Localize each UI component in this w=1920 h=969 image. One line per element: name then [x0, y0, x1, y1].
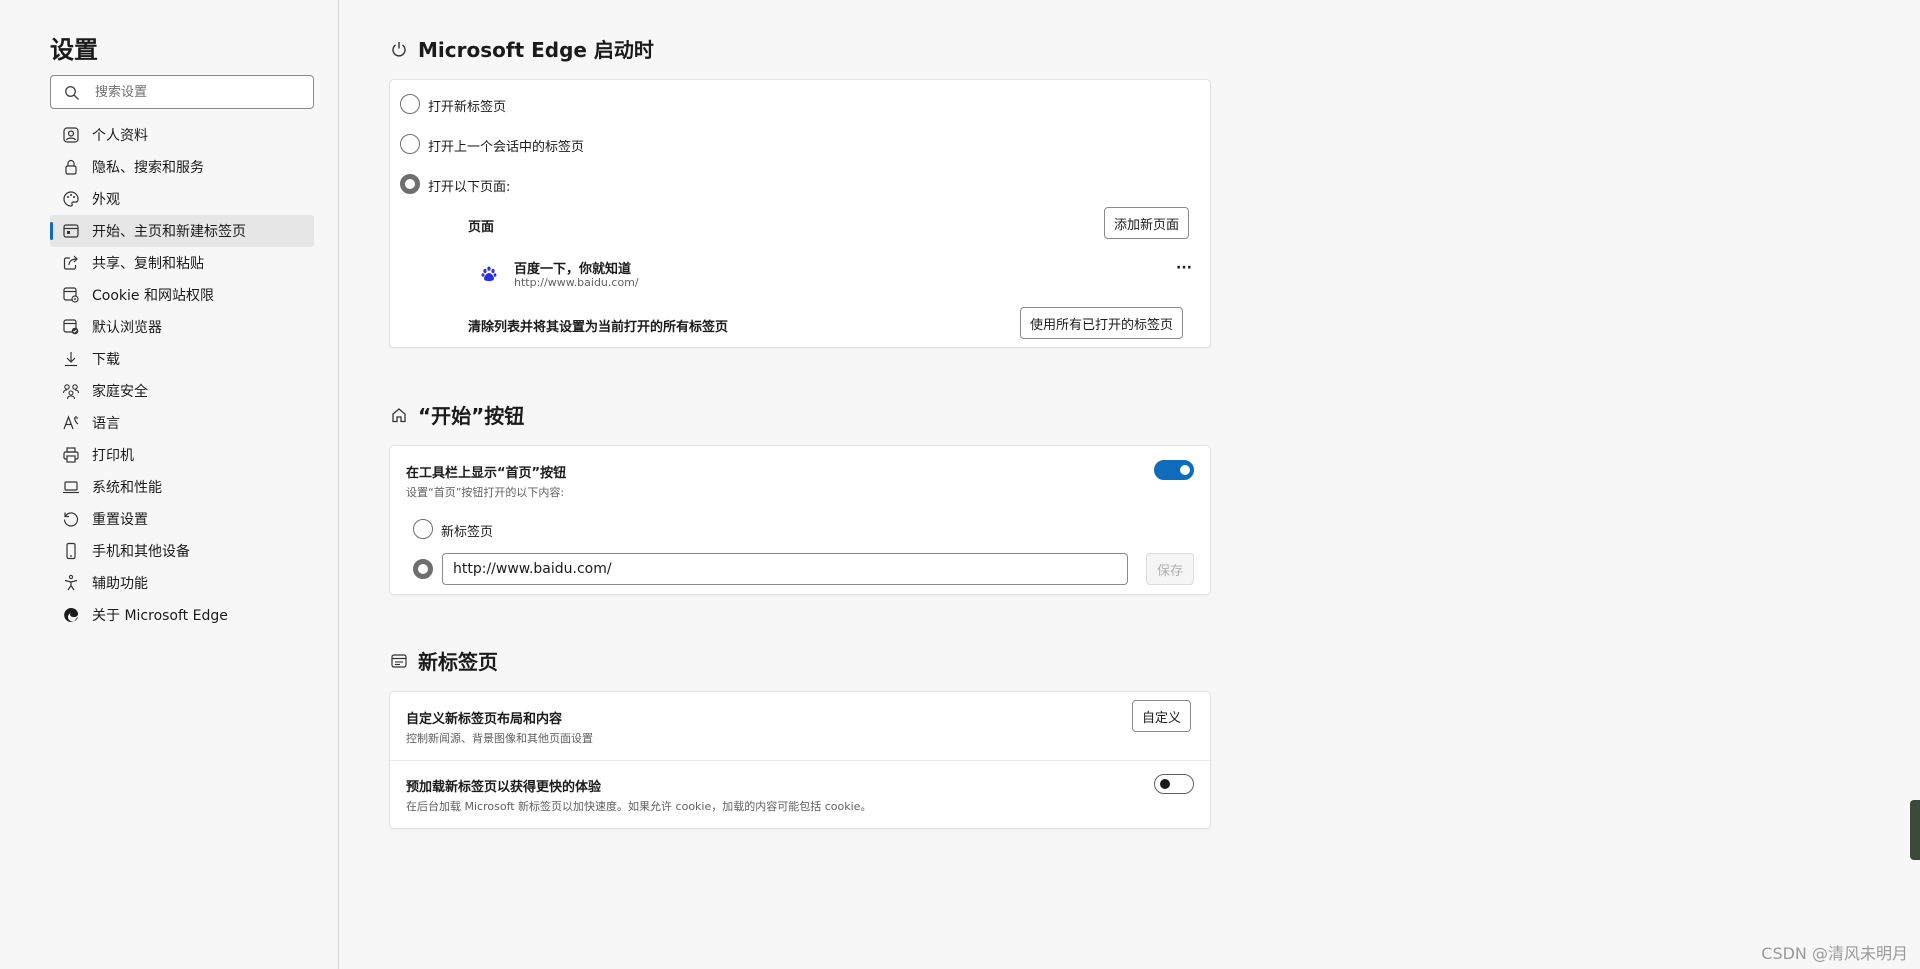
- add-new-page-button[interactable]: 添加新页面: [1104, 207, 1190, 239]
- page-title: 百度一下，你就知道: [514, 262, 632, 277]
- edge-logo-icon: [64, 608, 78, 622]
- sidebar-item-privacy[interactable]: 隐私、搜索和服务: [50, 151, 314, 183]
- startup-section-title: Microsoft Edge 启动时: [390, 34, 654, 63]
- show-home-button-label: 在工具栏上显示“首页”按钮: [406, 466, 567, 481]
- sidebar-item-label: 打印机: [92, 448, 134, 464]
- radio-home-new-tab[interactable]: [413, 519, 433, 539]
- preload-toggle[interactable]: [1154, 774, 1194, 794]
- customize-sub: 控制新闻源、背景图像和其他页面设置: [406, 732, 593, 745]
- sidebar-item-label: 开始、主页和新建标签页: [92, 224, 246, 240]
- laptop-icon: [63, 481, 79, 494]
- use-all-open-tabs-button[interactable]: 使用所有已打开的标签页: [1020, 307, 1184, 339]
- clear-list-label: 清除列表并将其设置为当前打开的所有标签页: [468, 320, 729, 335]
- sidebar-item-label: 外观: [92, 192, 120, 208]
- phone-icon: [66, 542, 76, 560]
- sidebar-item-label: 重置设置: [92, 512, 148, 528]
- sidebar-item-language[interactable]: 语言: [50, 407, 314, 439]
- startup-title-text: Microsoft Edge 启动时: [418, 38, 654, 62]
- toggle-knob: [1160, 779, 1170, 789]
- sidebar-item-start-home-newtab[interactable]: 开始、主页和新建标签页: [50, 215, 314, 247]
- option-specific-label: 打开以下页面:: [428, 180, 511, 195]
- palette-icon: [63, 191, 79, 207]
- sidebar-item-label: 系统和性能: [92, 480, 162, 496]
- new-tab-section-title: 新标签页: [390, 646, 498, 675]
- download-icon: [65, 352, 77, 367]
- settings-sidebar: 设置 个人资料 隐私、搜索和服务 外观 开始、主页和新建标签页 共享、复制和粘贴: [0, 0, 339, 969]
- default-browser-icon: [63, 319, 79, 335]
- radio-open-new-tab[interactable]: [400, 94, 420, 114]
- startup-card: 打开新标签页 打开上一个会话中的标签页 打开以下页面: 页面 添加新页面 百度一…: [390, 80, 1210, 347]
- save-button[interactable]: 保存: [1146, 553, 1194, 585]
- new-tab-title-text: 新标签页: [418, 650, 498, 674]
- pages-label: 页面: [468, 220, 495, 235]
- baidu-paw-icon: [481, 266, 497, 281]
- sidebar-item-label: 辅助功能: [92, 576, 148, 592]
- sidebar-item-label: 个人资料: [92, 128, 148, 144]
- sidebar-item-reset[interactable]: 重置设置: [50, 503, 314, 535]
- home-new-tab-label: 新标签页: [441, 525, 494, 540]
- home-button-title-text: “开始”按钮: [418, 404, 525, 428]
- sidebar-item-label: Cookie 和网站权限: [92, 288, 214, 304]
- sidebar-item-system[interactable]: 系统和性能: [50, 471, 314, 503]
- show-home-button-sub: 设置“首页”按钮打开的以下内容:: [406, 486, 565, 499]
- sidebar-item-label: 默认浏览器: [92, 320, 162, 336]
- watermark: CSDN @清风未明月: [1761, 944, 1908, 963]
- radio-prev-session[interactable]: [400, 134, 420, 154]
- home-icon: [392, 407, 406, 422]
- sidebar-item-phone[interactable]: 手机和其他设备: [50, 535, 314, 567]
- power-icon: [392, 41, 406, 56]
- preload-sub: 在后台加载 Microsoft 新标签页以加快速度。如果允许 cookie，加载…: [406, 800, 872, 813]
- search-icon: [65, 86, 79, 100]
- accessibility-icon: [64, 574, 78, 591]
- sidebar-item-label: 家庭安全: [92, 384, 148, 400]
- printer-icon: [63, 447, 79, 463]
- option-new-tab-label: 打开新标签页: [428, 100, 507, 115]
- radio-open-specific-pages[interactable]: [400, 174, 420, 194]
- sidebar-item-default-browser[interactable]: 默认浏览器: [50, 311, 314, 343]
- toggle-knob: [1180, 465, 1190, 475]
- sidebar-item-label: 关于 Microsoft Edge: [92, 608, 228, 624]
- new-tab-card: 自定义新标签页布局和内容 控制新闻源、背景图像和其他页面设置 自定义 预加载新标…: [390, 692, 1210, 828]
- preload-label: 预加载新标签页以获得更快的体验: [406, 780, 602, 795]
- sidebar-item-label: 共享、复制和粘贴: [92, 256, 204, 272]
- lock-icon: [65, 159, 77, 175]
- profile-icon: [63, 127, 79, 143]
- option-prev-session-label: 打开上一个会话中的标签页: [428, 140, 585, 155]
- sidebar-item-label: 隐私、搜索和服务: [92, 160, 204, 176]
- sidebar-item-label: 语言: [92, 416, 120, 432]
- sidebar-item-family[interactable]: 家庭安全: [50, 375, 314, 407]
- new-tab-icon: [391, 653, 407, 668]
- search-input[interactable]: [95, 80, 305, 104]
- share-icon: [63, 255, 78, 270]
- customize-label: 自定义新标签页布局和内容: [406, 712, 563, 727]
- reset-icon: [63, 512, 79, 527]
- home-url-input[interactable]: [442, 553, 1128, 585]
- side-panel-handle[interactable]: [1910, 800, 1920, 860]
- sidebar-title: 设置: [50, 36, 98, 64]
- sidebar-item-downloads[interactable]: 下载: [50, 343, 314, 375]
- sidebar-item-label: 手机和其他设备: [92, 544, 190, 560]
- card-divider: [390, 760, 1210, 761]
- sidebar-item-accessibility[interactable]: 辅助功能: [50, 567, 314, 599]
- sidebar-item-cookies[interactable]: Cookie 和网站权限: [50, 279, 314, 311]
- home-button-section-title: “开始”按钮: [390, 400, 524, 429]
- nav-list: 个人资料 隐私、搜索和服务 外观 开始、主页和新建标签页 共享、复制和粘贴 Co…: [50, 119, 314, 631]
- sidebar-item-appearance[interactable]: 外观: [50, 183, 314, 215]
- customize-button[interactable]: 自定义: [1132, 700, 1192, 732]
- sidebar-item-share[interactable]: 共享、复制和粘贴: [50, 247, 314, 279]
- sidebar-item-printers[interactable]: 打印机: [50, 439, 314, 471]
- page-url: http://www.baidu.com/: [514, 276, 639, 289]
- show-home-button-toggle[interactable]: [1154, 460, 1194, 480]
- search-box[interactable]: [50, 75, 314, 109]
- family-icon: [62, 384, 80, 400]
- sidebar-item-label: 下载: [92, 352, 120, 368]
- home-button-card: 在工具栏上显示“首页”按钮 设置“首页”按钮打开的以下内容: 新标签页 保存: [390, 446, 1210, 594]
- start-page-icon: [63, 224, 79, 238]
- language-icon: [63, 415, 79, 430]
- more-options-button[interactable]: ···: [1176, 260, 1192, 276]
- sidebar-item-profile[interactable]: 个人资料: [50, 119, 314, 151]
- site-permissions-icon: [63, 287, 79, 303]
- radio-home-url[interactable]: [413, 559, 433, 579]
- sidebar-item-about[interactable]: 关于 Microsoft Edge: [50, 599, 314, 631]
